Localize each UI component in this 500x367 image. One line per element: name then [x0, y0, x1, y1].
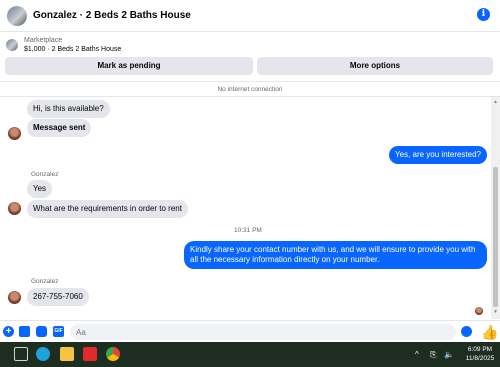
listing-small-thumbnail — [6, 39, 18, 51]
listing-thumbnail[interactable] — [7, 5, 27, 26]
listing-price-title[interactable]: $1,000 · 2 Beds 2 Baths House — [24, 46, 121, 53]
message-thread: Hi, is this available? Message sent Yes,… — [0, 97, 490, 319]
photo-icon[interactable] — [19, 326, 30, 337]
tray-chevron-icon[interactable]: ^ — [415, 350, 419, 359]
message-timestamp: 10:31 PM — [234, 227, 262, 234]
message-input[interactable] — [70, 324, 456, 340]
message-bubble: Message sent — [27, 119, 92, 137]
seen-avatar — [475, 307, 483, 315]
contact-avatar[interactable] — [8, 127, 21, 140]
clock-date: 11/8/2025 — [465, 355, 495, 362]
network-icon[interactable]: ⎘ — [430, 350, 436, 360]
gif-icon[interactable]: GIF — [53, 326, 64, 337]
edge-browser-icon[interactable] — [36, 347, 50, 361]
taskbar-clock[interactable]: 6:09 PM 11/8/2025 — [462, 345, 498, 363]
info-icon[interactable]: i — [477, 8, 490, 21]
message-bubble-sent: Kindly share your contact number with us… — [184, 241, 487, 269]
message-composer: + GIF 👍 — [0, 320, 500, 342]
contact-avatar[interactable] — [8, 291, 21, 304]
scroll-down-arrow-icon[interactable]: ▼ — [493, 309, 498, 315]
more-options-button[interactable]: More options — [257, 57, 493, 75]
task-view-icon[interactable] — [14, 347, 28, 361]
mark-as-pending-button[interactable]: Mark as pending — [5, 57, 253, 75]
message-bubble: Yes — [27, 180, 53, 198]
connection-status: No internet connection — [0, 81, 500, 97]
sender-name: Gonzalez — [31, 278, 59, 285]
message-bubble: What are the requirements in order to re… — [27, 200, 188, 218]
youtube-icon[interactable] — [83, 347, 97, 361]
scroll-up-arrow-icon[interactable]: ▲ — [493, 99, 498, 105]
chat-title[interactable]: Gonzalez · 2 Beds 2 Baths House — [33, 10, 191, 21]
message-bubble: 267-755-7060 — [27, 288, 89, 306]
chat-header: Gonzalez · 2 Beds 2 Baths House i — [0, 0, 500, 32]
plus-icon[interactable]: + — [3, 326, 14, 337]
clock-time: 6:09 PM — [467, 346, 493, 353]
thread-scrollbar[interactable]: ▲ ▼ — [491, 97, 500, 319]
scrollbar-thumb[interactable] — [493, 167, 498, 307]
emoji-icon[interactable] — [461, 326, 472, 337]
windows-taskbar: ^ ⎘ 🔈 6:09 PM 11/8/2025 — [0, 342, 500, 367]
message-bubble-sent: Yes, are you interested? — [389, 146, 487, 164]
sender-name: Gonzalez — [31, 171, 59, 178]
volume-icon[interactable]: 🔈 — [444, 350, 454, 359]
listing-category: Marketplace — [24, 37, 63, 44]
contact-avatar[interactable] — [8, 202, 21, 215]
chrome-icon[interactable] — [106, 347, 120, 361]
thumbs-up-icon[interactable]: 👍 — [481, 324, 498, 340]
sticker-icon[interactable] — [36, 326, 47, 337]
message-bubble: Hi, is this available? — [27, 100, 110, 118]
file-explorer-icon[interactable] — [60, 347, 74, 361]
